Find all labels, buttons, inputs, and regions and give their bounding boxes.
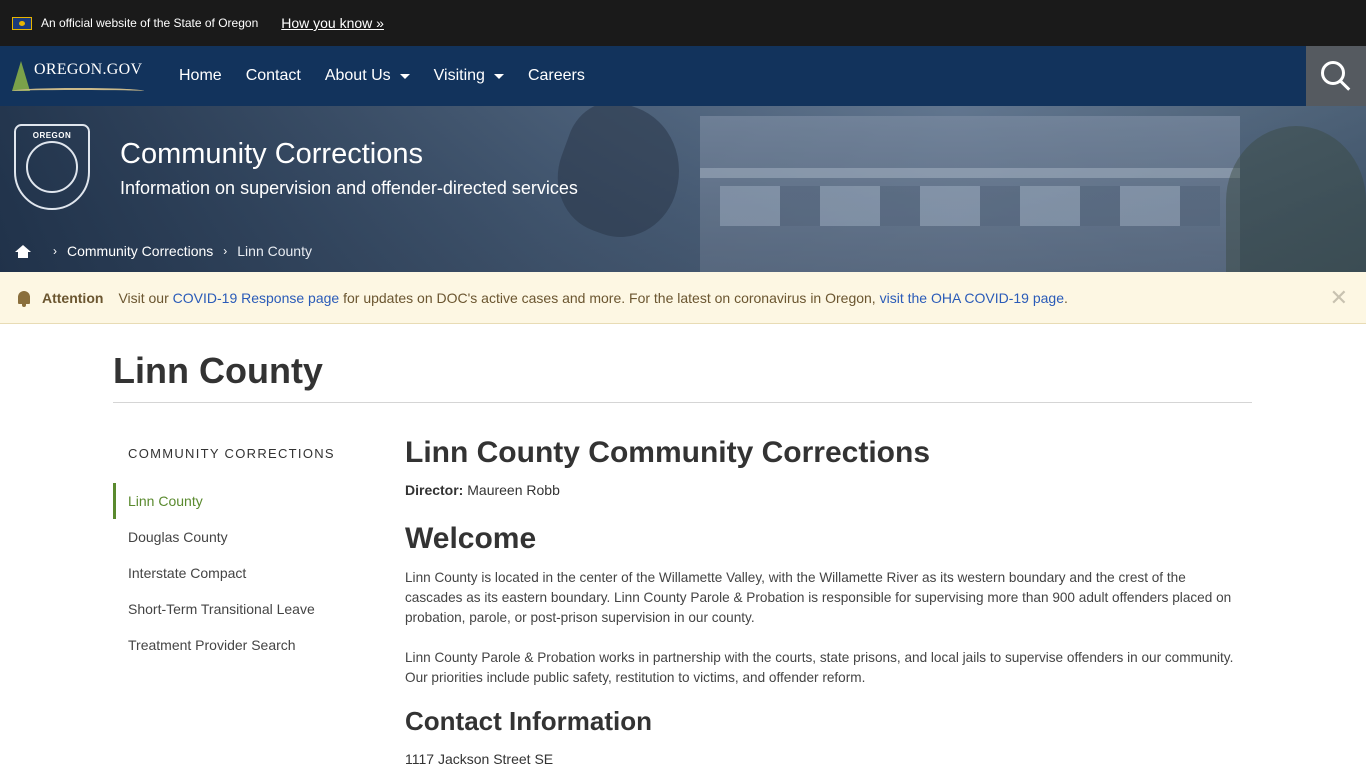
sidebar-item-treatment-provider[interactable]: Treatment Provider Search (113, 627, 373, 663)
sidebar-item-label: Treatment Provider Search (128, 637, 296, 653)
nav-item-label: Visiting (433, 67, 485, 84)
welcome-paragraph-2: Linn County Parole & Probation works in … (405, 650, 1234, 685)
covid-response-link[interactable]: COVID-19 Response page (173, 290, 340, 306)
breadcrumb-current: Linn County (237, 243, 312, 259)
sidebar-item-label: Linn County (128, 493, 203, 509)
sidebar-nav: COMMUNITY CORRECTIONS Linn County Dougla… (113, 446, 373, 663)
chevron-down-icon (399, 73, 410, 79)
director-label: Director: (405, 482, 464, 498)
oha-covid-link[interactable]: visit the OHA COVID-19 page (880, 290, 1064, 306)
nav-item-label: Careers (527, 67, 585, 84)
oregon-gov-logo[interactable]: OREGON.GOV (12, 54, 152, 98)
nav-item-visiting[interactable]: Visiting (422, 67, 516, 85)
breadcrumb-community-corrections[interactable]: Community Corrections (67, 243, 213, 259)
search-button[interactable] (1306, 46, 1366, 106)
hero-banner: OREGON Community Corrections Information… (0, 106, 1366, 272)
alert-text-part: Visit our (118, 289, 173, 306)
nav-item-home[interactable]: Home (167, 67, 234, 85)
sidebar-item-linn-county[interactable]: Linn County (113, 483, 373, 519)
alert-text-part: for updates on DOC's active cases and mo… (339, 289, 880, 306)
breadcrumb: › Community Corrections › Linn County (15, 243, 312, 259)
nav-item-label: About Us (324, 67, 391, 84)
director-line: Director: Maureen Robb (405, 482, 1245, 498)
hero-tree-image (1226, 126, 1366, 272)
address-line: 1117 Jackson Street SE (405, 751, 554, 767)
oregon-flag-icon (12, 16, 32, 30)
tree-icon (12, 61, 30, 91)
title-divider (113, 402, 1252, 403)
seal-label: OREGON (32, 131, 72, 140)
main-content: Linn County Community Corrections Direct… (405, 436, 1245, 767)
sidebar-item-label: Douglas County (128, 529, 228, 545)
nav-item-label: Contact (245, 67, 301, 84)
sidebar-item-interstate-compact[interactable]: Interstate Compact (113, 555, 373, 591)
alert-label: Attention (42, 289, 104, 306)
seal-inner (26, 141, 78, 193)
close-icon[interactable]: ✕ (1330, 285, 1348, 311)
alert-text-part: . (1064, 289, 1068, 306)
welcome-paragraph-1: Linn County is located in the center of … (405, 570, 1232, 625)
sidebar-item-douglas-county[interactable]: Douglas County (113, 519, 373, 555)
director-name: Maureen Robb (463, 482, 560, 498)
hero-title: Community Corrections (120, 138, 423, 170)
home-icon[interactable] (15, 244, 31, 258)
main-nav: OREGON.GOV Home Contact About Us Visitin… (0, 46, 1366, 106)
doc-seal-icon: OREGON (14, 124, 90, 210)
chevron-right-icon: › (223, 244, 228, 258)
nav-item-label: Home (179, 67, 222, 84)
sidebar-item-short-term-leave[interactable]: Short-Term Transitional Leave (113, 591, 373, 627)
page-title: Linn County (113, 350, 323, 391)
nav-item-about-us[interactable]: About Us (313, 67, 422, 85)
official-text: An official website of the State of Oreg… (41, 16, 259, 30)
welcome-heading: Welcome (405, 522, 537, 555)
logo-text: OREGON.GOV (34, 61, 143, 78)
sidebar-item-label: Interstate Compact (128, 565, 247, 581)
contact-heading: Contact Information (405, 706, 652, 736)
how-you-know-link[interactable]: How you know » (281, 15, 384, 31)
chevron-right-icon: › (53, 244, 57, 258)
nav-item-careers[interactable]: Careers (516, 67, 597, 85)
bell-icon (18, 291, 30, 307)
nav-items: Home Contact About Us Visiting Careers (167, 67, 597, 85)
hero-subtitle: Information on supervision and offender-… (120, 178, 578, 198)
sidebar-item-label: Short-Term Transitional Leave (128, 601, 315, 617)
content-heading: Linn County Community Corrections (405, 436, 930, 469)
official-banner: An official website of the State of Oreg… (0, 0, 1366, 46)
chevron-down-icon (493, 73, 504, 79)
logo-swoosh-icon (12, 88, 144, 94)
search-icon-handle (1339, 80, 1351, 91)
alert-text: Visit our COVID-19 Response page for upd… (118, 290, 1067, 306)
nav-item-contact[interactable]: Contact (234, 67, 313, 85)
hero-building-image (700, 116, 1240, 272)
attention-alert: Attention Visit our COVID-19 Response pa… (0, 272, 1366, 324)
sidebar-heading: COMMUNITY CORRECTIONS (128, 446, 335, 461)
